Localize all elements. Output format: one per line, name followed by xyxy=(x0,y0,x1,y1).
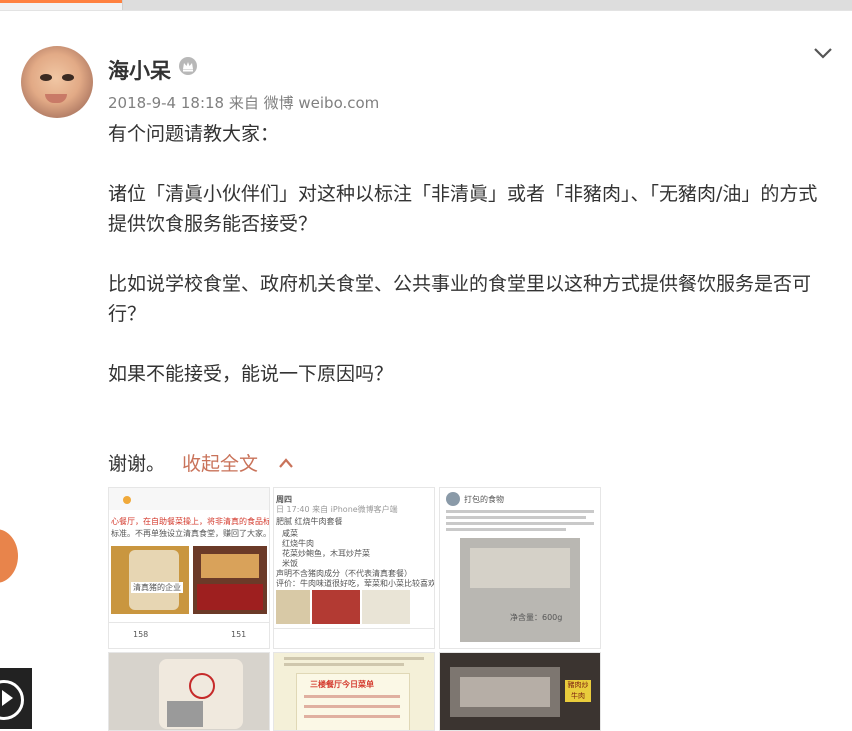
food-tray xyxy=(201,554,259,578)
text-line xyxy=(304,715,400,718)
post-last-line: 谢谢。 xyxy=(108,453,166,475)
food-sign: 豬肉炒牛肉 xyxy=(565,680,591,702)
thumb-header xyxy=(109,488,269,510)
avatar-small xyxy=(446,492,460,506)
chevron-up-icon[interactable] xyxy=(278,456,294,470)
side-avatar-partial[interactable] xyxy=(0,529,18,583)
play-icon[interactable] xyxy=(2,690,13,706)
food-photo xyxy=(312,590,360,624)
video-player-corner[interactable] xyxy=(0,668,32,729)
author-name[interactable]: 海小呆 xyxy=(108,55,171,85)
emoji-icon xyxy=(123,496,131,504)
image-thumbnail-3[interactable]: 打包的食物 净含量：600g xyxy=(439,487,601,649)
foil-item xyxy=(167,701,203,727)
image-thumbnail-5[interactable]: 三楼餐厅今日菜单 xyxy=(273,652,435,731)
avatar-mouth xyxy=(45,94,67,103)
food-photo xyxy=(362,590,410,624)
post-paragraph: 比如说学校食堂、政府机关食堂、公共事业的食堂里以这种方式提供餐饮服务是否可行？ xyxy=(108,273,812,325)
thumb-header: 打包的食物 xyxy=(464,495,504,504)
food-label: 清真猪的企业 xyxy=(131,582,183,593)
image-thumbnail-1[interactable]: 心餐厅，在自助餐菜操上，将非清真的食品标出 标准。不再单独设立清真食堂，赚回了大… xyxy=(108,487,270,649)
thumb-text: 心餐厅，在自助餐菜操上，将非清真的食品标出 xyxy=(111,517,270,526)
text-line xyxy=(446,510,594,513)
text-line xyxy=(446,528,566,531)
text-line xyxy=(304,705,400,708)
image-thumbnail-2[interactable]: 周四 日 17:40 来自 iPhone微博客户端 肥腻 红烧牛肉套餐 咸菜 红… xyxy=(273,487,435,649)
food-package xyxy=(470,548,570,588)
text-line xyxy=(304,695,400,698)
browser-top-strip xyxy=(0,0,852,11)
avatar[interactable] xyxy=(21,46,93,118)
thumb-text: 标准。不再单独设立清真食堂，赚回了大家。 xyxy=(111,529,270,538)
brand-logo xyxy=(189,673,215,699)
text-line xyxy=(446,516,586,519)
post-paragraph: 有个问题请教大家： xyxy=(108,123,280,145)
thumb-sub: 日 17:40 来自 iPhone微博客户端 xyxy=(276,505,398,514)
food-item xyxy=(129,550,179,610)
post-paragraph: 如果不能接受，能说一下原因吗？ xyxy=(108,363,394,385)
serving-tray xyxy=(460,677,550,707)
post-body: 有个问题请教大家： 诸位「清眞小伙伴们」对这种以标注「非清眞」或者「非豬肉」、「… xyxy=(108,119,828,389)
divider xyxy=(274,628,434,629)
image-thumbnail-4[interactable] xyxy=(108,652,270,731)
menu-comment: 评价：牛肉味道很好吃，荤菜和小菜比较喜欢，刚吃中和了！ xyxy=(276,579,435,588)
text-line xyxy=(446,522,594,525)
text-line xyxy=(284,663,404,666)
divider xyxy=(109,622,269,623)
avatar-eye xyxy=(62,74,74,81)
menu-item: 肥腻 红烧牛肉套餐 xyxy=(276,517,343,526)
menu-title: 三楼餐厅今日菜单 xyxy=(310,680,374,689)
food-tray xyxy=(197,584,263,610)
avatar-eye xyxy=(40,74,52,81)
post-meta: 2018-9-4 18:18 来自 微博 weibo.com xyxy=(108,94,380,112)
package-label: 净含量：600g xyxy=(510,613,563,622)
post-paragraph: 诸位「清眞小伙伴们」对这种以标注「非清眞」或者「非豬肉」、「无豬肉/油」的方式提… xyxy=(108,183,818,235)
repost-count: 158 xyxy=(133,630,149,639)
collapse-full-text-link[interactable]: 收起全文 xyxy=(182,449,258,479)
chevron-down-icon[interactable] xyxy=(812,44,834,62)
browser-tab-accent xyxy=(0,0,122,3)
food-photo xyxy=(276,590,310,624)
text-line xyxy=(284,657,424,660)
crown-icon[interactable] xyxy=(178,56,198,76)
comment-count: 151 xyxy=(231,630,247,639)
